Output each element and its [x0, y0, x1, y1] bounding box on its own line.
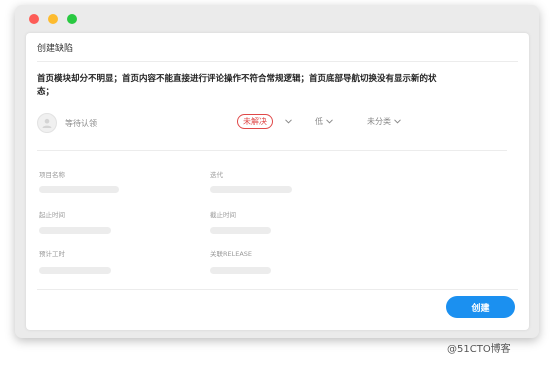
category-dropdown[interactable]: 未分类: [367, 116, 401, 127]
dialog-title: 创建缺陷: [37, 44, 74, 54]
estimate-field[interactable]: [39, 267, 111, 274]
status-dropdown[interactable]: [282, 119, 292, 124]
assignee-placeholder: 等待认领: [65, 118, 97, 128]
field-label-start-time: 起止时间: [39, 211, 65, 219]
iteration-field[interactable]: [210, 186, 292, 193]
assignee-selector[interactable]: 等待认领: [37, 113, 97, 133]
priority-dropdown[interactable]: 低: [315, 116, 333, 127]
create-button[interactable]: 创建: [446, 296, 515, 318]
field-label-iteration: 迭代: [210, 171, 223, 179]
field-label-release: 关联RELEASE: [210, 250, 253, 258]
field-label-estimate: 预计工时: [39, 250, 65, 258]
window-controls: [29, 14, 77, 24]
title-divider: [37, 61, 518, 62]
project-field[interactable]: [39, 186, 119, 193]
release-field[interactable]: [210, 267, 271, 274]
priority-label: 低: [315, 117, 323, 126]
header-divider: [37, 150, 507, 151]
create-defect-dialog: 创建缺陷 首页模块却分不明显；首页内容不能直接进行评论操作不符合常规逻辑；首页底…: [26, 33, 529, 330]
chevron-down-icon: [394, 119, 401, 124]
user-avatar-icon: [37, 113, 57, 133]
category-label: 未分类: [367, 117, 391, 126]
chevron-down-icon: [285, 119, 292, 124]
close-window-button[interactable]: [29, 14, 39, 24]
end-time-field[interactable]: [210, 227, 271, 234]
defect-description[interactable]: 首页模块却分不明显；首页内容不能直接进行评论操作不符合常规逻辑；首页底部导航切换…: [37, 73, 447, 99]
chevron-down-icon: [326, 119, 333, 124]
status-badge[interactable]: 未解决: [237, 114, 273, 129]
start-time-field[interactable]: [39, 227, 111, 234]
watermark: @51CTO博客: [447, 344, 511, 355]
footer-divider: [37, 289, 518, 290]
app-window: 创建缺陷 首页模块却分不明显；首页内容不能直接进行评论操作不符合常规逻辑；首页底…: [15, 5, 539, 338]
minimize-window-button[interactable]: [48, 14, 58, 24]
field-label-end-time: 截止时间: [210, 211, 236, 219]
field-label-project: 项目名称: [39, 171, 65, 179]
maximize-window-button[interactable]: [67, 14, 77, 24]
